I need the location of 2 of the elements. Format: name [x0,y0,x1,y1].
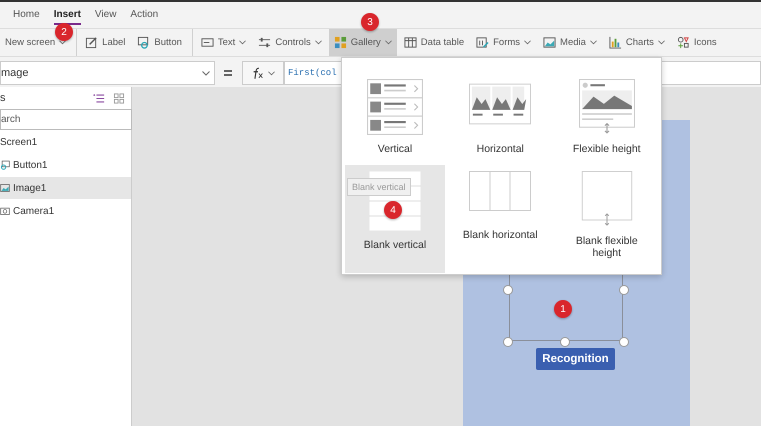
tooltip: Blank vertical [347,178,411,196]
panel-title: s [0,92,6,104]
